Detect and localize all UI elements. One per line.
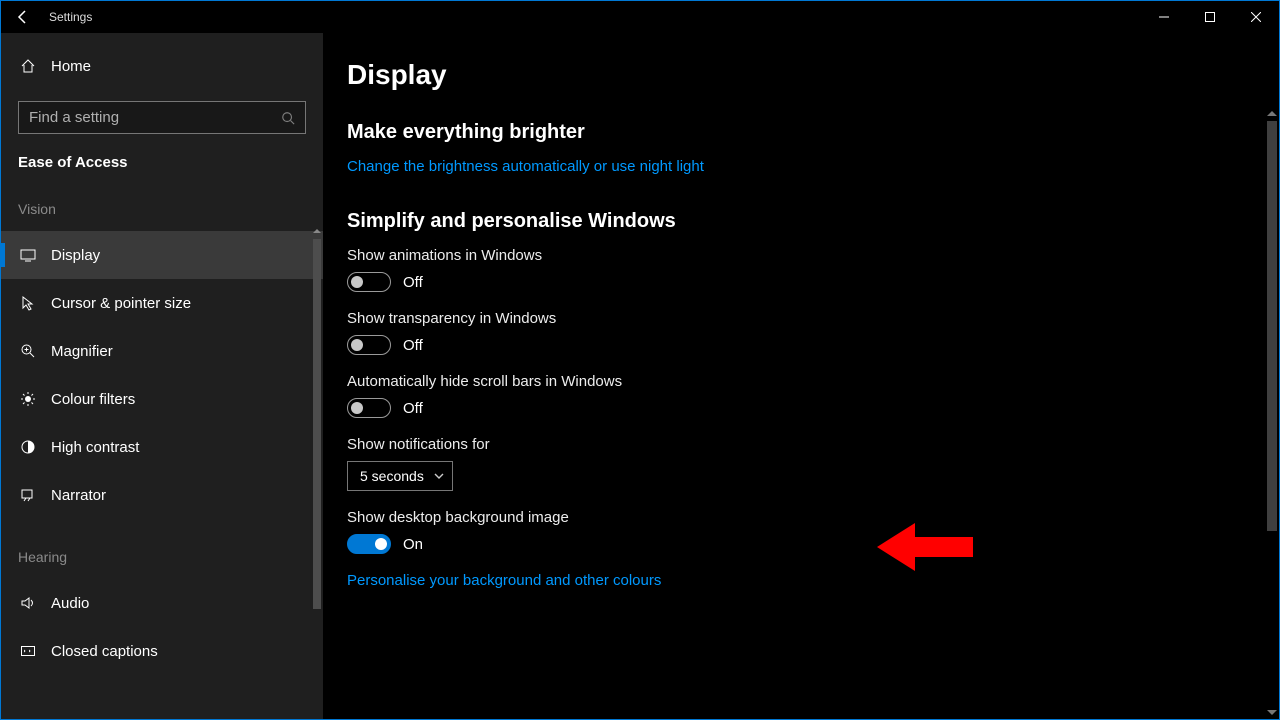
toggle-bg-image[interactable] <box>347 534 391 554</box>
setting-label: Show notifications for <box>347 436 1279 453</box>
nav-label: Narrator <box>51 487 106 504</box>
notifications-dropdown[interactable]: 5 seconds <box>347 461 453 491</box>
setting-bg-image: Show desktop background image On <box>347 509 1279 554</box>
toggle-state: Off <box>403 337 423 354</box>
toggle-state: Off <box>403 274 423 291</box>
colour-filters-icon <box>20 391 36 407</box>
scroll-down-icon[interactable] <box>1267 707 1277 717</box>
magnifier-icon <box>20 343 36 359</box>
minimize-icon <box>1159 12 1169 22</box>
active-indicator <box>1 243 5 267</box>
nav-label: High contrast <box>51 439 139 456</box>
scroll-up-icon[interactable] <box>1267 109 1277 119</box>
titlebar: Settings <box>1 1 1279 33</box>
close-icon <box>1251 12 1261 22</box>
nav-label: Audio <box>51 595 89 612</box>
maximize-icon <box>1205 12 1215 22</box>
sidebar-nav: Vision Display Cursor & pointer size Mag… <box>1 171 323 719</box>
search-placeholder: Find a setting <box>29 109 119 126</box>
setting-label: Automatically hide scroll bars in Window… <box>347 373 1279 390</box>
nav-label: Magnifier <box>51 343 113 360</box>
toggle-transparency[interactable] <box>347 335 391 355</box>
nav-label: Cursor & pointer size <box>51 295 191 312</box>
toggle-knob <box>351 276 363 288</box>
setting-label: Show transparency in Windows <box>347 310 1279 327</box>
setting-label: Show desktop background image <box>347 509 1279 526</box>
minimize-button[interactable] <box>1141 1 1187 33</box>
toggle-knob <box>351 402 363 414</box>
setting-notifications: Show notifications for 5 seconds <box>347 436 1279 491</box>
closed-captions-icon <box>20 643 36 659</box>
page-title: Display <box>347 59 1279 91</box>
maximize-button[interactable] <box>1187 1 1233 33</box>
chevron-down-icon <box>434 471 444 481</box>
sidebar: Home Find a setting Ease of Access Visio… <box>1 33 323 719</box>
scroll-thumb[interactable] <box>313 239 321 609</box>
search-icon <box>281 111 295 125</box>
display-icon <box>20 247 36 263</box>
toggle-state: Off <box>403 400 423 417</box>
back-arrow-icon <box>15 9 31 25</box>
nav-label: Colour filters <box>51 391 135 408</box>
arrow-left-icon <box>873 519 973 575</box>
setting-label: Show animations in Windows <box>347 247 1279 264</box>
sidebar-scrollbar[interactable] <box>313 227 321 720</box>
sidebar-item-magnifier[interactable]: Magnifier <box>1 327 323 375</box>
toggle-scrollbars[interactable] <box>347 398 391 418</box>
sidebar-item-narrator[interactable]: Narrator <box>1 471 323 519</box>
brightness-link[interactable]: Change the brightness automatically or u… <box>347 158 704 175</box>
personalise-link[interactable]: Personalise your background and other co… <box>347 572 661 589</box>
annotation-arrow <box>873 519 973 575</box>
nav-label: Closed captions <box>51 643 158 660</box>
section-simplify-heading: Simplify and personalise Windows <box>347 210 1279 233</box>
dropdown-value: 5 seconds <box>360 468 424 484</box>
cursor-icon <box>20 295 36 311</box>
toggle-state: On <box>403 536 423 553</box>
scroll-thumb[interactable] <box>1267 121 1277 531</box>
audio-icon <box>20 595 36 611</box>
sidebar-home-label: Home <box>51 58 91 75</box>
sidebar-item-display[interactable]: Display <box>1 231 323 279</box>
scroll-up-icon[interactable] <box>313 227 321 235</box>
toggle-knob <box>351 339 363 351</box>
sidebar-category-title: Ease of Access <box>1 134 323 171</box>
narrator-icon <box>20 487 36 503</box>
toggle-knob <box>375 538 387 550</box>
sidebar-item-colour-filters[interactable]: Colour filters <box>1 375 323 423</box>
high-contrast-icon <box>20 439 36 455</box>
sidebar-group-vision: Vision <box>1 171 323 231</box>
section-brighter-heading: Make everything brighter <box>347 121 1279 144</box>
content-scrollbar[interactable] <box>1267 109 1277 717</box>
back-button[interactable] <box>1 1 45 33</box>
content-pane: Display Give us feedback Make everything… <box>323 33 1279 719</box>
home-icon <box>20 58 36 74</box>
sidebar-item-audio[interactable]: Audio <box>1 579 323 627</box>
sidebar-item-closed-captions[interactable]: Closed captions <box>1 627 323 675</box>
sidebar-home[interactable]: Home <box>1 43 323 89</box>
sidebar-item-cursor[interactable]: Cursor & pointer size <box>1 279 323 327</box>
sidebar-group-hearing: Hearing <box>1 519 323 579</box>
toggle-animations[interactable] <box>347 272 391 292</box>
search-input[interactable]: Find a setting <box>18 101 306 134</box>
nav-label: Display <box>51 247 100 264</box>
sidebar-item-high-contrast[interactable]: High contrast <box>1 423 323 471</box>
close-button[interactable] <box>1233 1 1279 33</box>
window-title: Settings <box>49 10 92 24</box>
setting-animations: Show animations in Windows Off <box>347 247 1279 292</box>
setting-transparency: Show transparency in Windows Off <box>347 310 1279 355</box>
setting-scrollbars: Automatically hide scroll bars in Window… <box>347 373 1279 418</box>
